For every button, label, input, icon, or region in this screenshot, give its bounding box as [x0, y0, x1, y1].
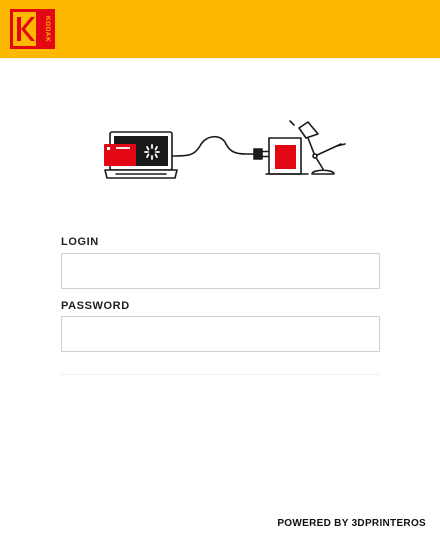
form-divider — [61, 374, 380, 375]
logo-wordmark: KODAK — [44, 16, 51, 42]
connection-illustration — [96, 116, 350, 186]
password-label: PASSWORD — [61, 300, 130, 312]
usb-cable — [171, 135, 255, 157]
login-input[interactable] — [61, 253, 380, 289]
login-label: LOGIN — [61, 236, 99, 248]
laptop-icon — [104, 131, 178, 179]
header-divider — [0, 58, 440, 59]
plug-icon — [253, 148, 269, 160]
kodak-logo[interactable]: KODAK — [10, 9, 55, 49]
password-input[interactable] — [61, 316, 380, 352]
printer-icon — [265, 137, 309, 175]
powered-by-text: POWERED BY 3DPRINTEROS — [277, 518, 426, 529]
kodak-logo-icon: KODAK — [10, 9, 55, 49]
top-header-bar: KODAK — [0, 0, 440, 58]
